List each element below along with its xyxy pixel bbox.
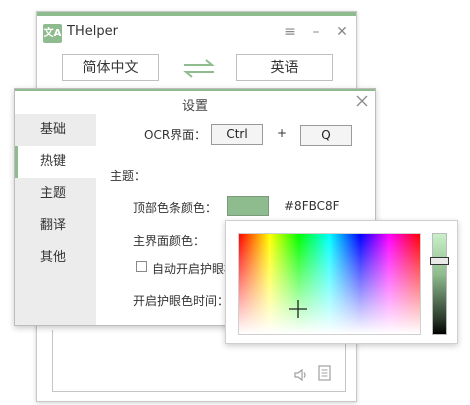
close-icon[interactable]: ✕ [334,24,350,40]
settings-accent-bar [15,89,375,91]
app-title: THelper [67,24,118,39]
ocr-key-main[interactable]: Q [300,125,352,146]
auto-eye-mode-checkbox[interactable] [136,261,147,272]
settings-title: 设置 [181,99,208,114]
app-logo-icon: 文A [43,24,62,43]
color-picker-popup [225,220,458,344]
nav-item-theme[interactable]: 主题 [15,178,96,210]
nav-item-other[interactable]: 其他 [15,242,96,274]
speaker-icon[interactable] [293,367,309,383]
settings-close-icon[interactable] [355,94,369,108]
nav-item-hotkey[interactable]: 热键 [15,146,96,178]
value-slider-track[interactable] [432,233,447,335]
source-language-button[interactable]: 简体中文 [62,54,159,81]
topbar-color-swatch[interactable] [227,196,269,216]
color-spectrum[interactable] [238,233,421,335]
crosshair-icon [289,300,307,318]
menu-icon[interactable]: ≡ [282,24,298,40]
ocr-key-modifier[interactable]: Ctrl [211,124,263,145]
topbar-color-label: 顶部色条颜色： [133,201,218,215]
nav-item-translate[interactable]: 翻译 [15,210,96,242]
target-language-button[interactable]: 英语 [236,54,333,81]
ocr-hotkey-label: OCR界面： [144,128,207,142]
minimize-icon[interactable]: – [308,24,324,40]
plus-sign: + [277,126,288,140]
eye-color-time-label: 开启护眼色时间： [133,294,230,308]
auto-eye-mode-label: 自动开启护眼模式 [152,262,231,276]
topbar-color-value: #8FBC8F [284,199,340,213]
swap-languages-icon[interactable] [180,57,218,79]
nav-item-basic[interactable]: 基础 [15,114,96,146]
main-color-label: 主界面颜色： [133,234,206,248]
theme-heading: 主题： [110,169,147,183]
main-title-bar: 文A THelper ≡ – ✕ [37,16,356,44]
copy-icon[interactable] [318,365,332,382]
settings-sidebar: 基础 热键 主题 翻译 其他 [15,114,96,325]
value-slider-handle[interactable] [430,256,449,265]
